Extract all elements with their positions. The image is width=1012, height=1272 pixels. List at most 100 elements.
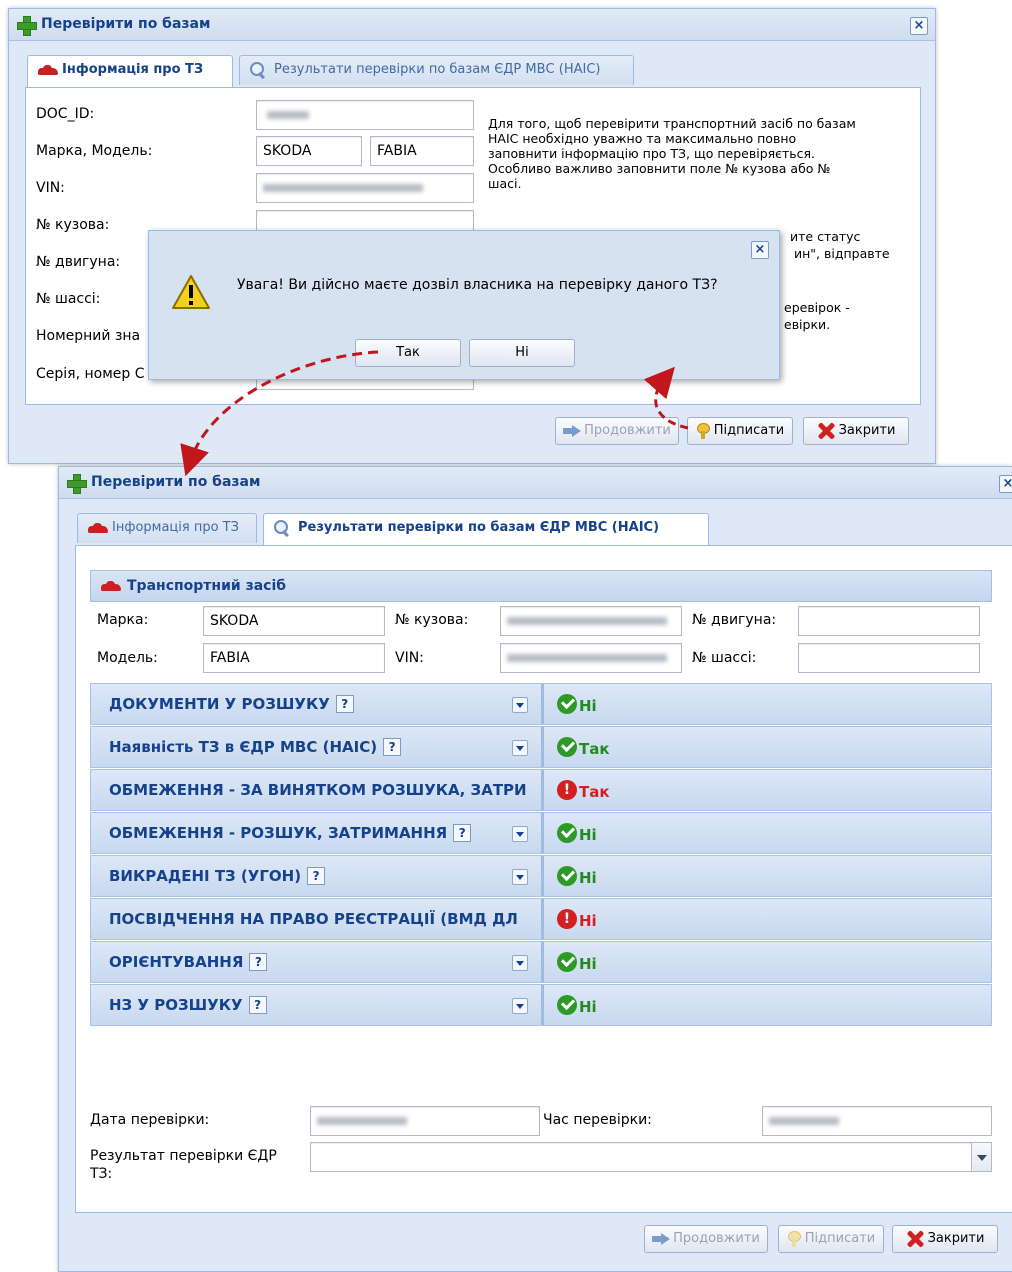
chevron-down-icon[interactable]	[971, 1143, 991, 1171]
check-row-registration-certificate[interactable]: ПОСВІДЧЕННЯ НА ПРАВО РЕЄСТРАЦІЇ (ВМД ДЛ …	[90, 898, 992, 940]
result-label-line1: Результат перевірки ЄДР	[90, 1148, 277, 1164]
window-2-titlebar[interactable]: Перевірити по базам ×	[59, 467, 1012, 499]
doc-id-field[interactable]	[256, 100, 474, 130]
tab-check-results-label: Результати перевірки по базам ЄДР МВС (Н…	[274, 62, 601, 77]
tab-check-results[interactable]: Результати перевірки по базам ЄДР МВС (Н…	[263, 513, 709, 545]
alert-icon	[557, 909, 577, 929]
result-select[interactable]	[310, 1142, 992, 1172]
plate-label: Номерний зна	[36, 328, 141, 344]
redacted-value	[769, 1117, 839, 1125]
dialog-yes-button[interactable]: Так	[355, 339, 461, 367]
check-result: Ні	[579, 826, 597, 844]
help-icon[interactable]: ?	[335, 695, 354, 713]
chevron-down-icon[interactable]	[512, 740, 528, 756]
info-line: заповнити інформацію про ТЗ, що перевіря…	[488, 146, 816, 161]
window-2-close-icon[interactable]: ×	[999, 475, 1012, 493]
brand-label: Марка:	[97, 612, 149, 628]
check-row-registry-presence[interactable]: Наявність ТЗ в ЄДР МВС (НАІС)? Так	[90, 726, 992, 768]
info-line: НАІС необхідно уважно та максимально пов…	[488, 131, 797, 146]
magnifier-icon	[250, 62, 266, 78]
info-partial-2: ин", відправте	[794, 246, 890, 261]
continue-button[interactable]: Продовжити	[644, 1225, 768, 1253]
check-time-field[interactable]	[762, 1106, 992, 1136]
row-divider	[541, 727, 544, 767]
close-button[interactable]: Закрити	[892, 1225, 998, 1253]
help-icon[interactable]: ?	[248, 996, 267, 1014]
window-1-titlebar[interactable]: Перевірити по базам ×	[9, 9, 935, 41]
chevron-down-icon[interactable]	[512, 869, 528, 885]
check-ok-icon	[557, 737, 577, 757]
chevron-down-icon[interactable]	[512, 826, 528, 842]
check-label-text: ОБМЕЖЕННЯ - ЗА ВИНЯТКОМ РОЗШУКА, ЗАТРИ	[109, 781, 527, 799]
check-row-stolen-vehicles[interactable]: ВИКРАДЕНІ ТЗ (УГОН)? Ні	[90, 855, 992, 897]
check-label: ДОКУМЕНТИ У РОЗШУКУ?	[109, 695, 354, 713]
check-label-text: ОБМЕЖЕННЯ - РОЗШУК, ЗАТРИМАННЯ	[109, 824, 448, 842]
help-icon[interactable]: ?	[383, 738, 402, 756]
check-result: Ні	[579, 998, 597, 1016]
body-no-field[interactable]	[500, 606, 682, 636]
chassis-no-label: № шассі:	[36, 291, 101, 307]
car-icon	[38, 65, 58, 76]
engine-no-field[interactable]	[798, 606, 980, 636]
help-icon[interactable]: ?	[307, 867, 326, 885]
info-line: шасі.	[488, 176, 522, 191]
warning-icon	[171, 274, 211, 310]
check-label: ОБМЕЖЕННЯ - РОЗШУК, ЗАТРИМАННЯ?	[109, 824, 472, 842]
close-button[interactable]: Закрити	[803, 417, 909, 445]
dialog-no-button[interactable]: Ні	[469, 339, 575, 367]
check-label-text: ОРІЄНТУВАННЯ	[109, 953, 244, 971]
chevron-down-icon[interactable]	[512, 955, 528, 971]
row-divider	[541, 942, 544, 982]
info-partial-4: евірки.	[784, 317, 831, 332]
chevron-down-icon[interactable]	[512, 697, 528, 713]
check-row-orientation[interactable]: ОРІЄНТУВАННЯ? Ні	[90, 941, 992, 983]
check-result: Так	[579, 740, 610, 758]
model-field[interactable]: FABIA	[370, 136, 474, 166]
dialog-message: Увага! Ви дійсно маєте дозвіл власника н…	[237, 277, 718, 293]
check-status: Ні	[557, 995, 597, 1016]
check-row-documents-wanted[interactable]: ДОКУМЕНТИ У РОЗШУКУ? Ні	[90, 683, 992, 725]
close-label: Закрити	[927, 1231, 985, 1246]
vehicle-section-header: Транспортний засіб	[90, 570, 992, 602]
check-row-restrictions-except-wanted[interactable]: ОБМЕЖЕННЯ - ЗА ВИНЯТКОМ РОЗШУКА, ЗАТРИ Т…	[90, 769, 992, 811]
check-label: ОБМЕЖЕННЯ - ЗА ВИНЯТКОМ РОЗШУКА, ЗАТРИ	[109, 781, 537, 799]
sign-button[interactable]: Підписати	[687, 417, 793, 445]
close-x-icon	[906, 1230, 924, 1248]
continue-button[interactable]: Продовжити	[555, 417, 679, 445]
tab-vehicle-info[interactable]: Інформація про ТЗ	[27, 55, 233, 87]
model-field[interactable]: FABIA	[203, 643, 385, 673]
help-icon[interactable]: ?	[249, 953, 268, 971]
info-partial-3: еревірок -	[784, 300, 850, 315]
brand-field[interactable]: SKODA	[256, 136, 362, 166]
magnifier-icon	[274, 520, 290, 536]
key-icon	[696, 422, 710, 439]
help-icon[interactable]: ?	[453, 824, 472, 842]
tab-vehicle-info[interactable]: Інформація про ТЗ	[77, 513, 257, 543]
check-status: Ні	[557, 823, 597, 844]
alert-icon	[557, 780, 577, 800]
vin-field[interactable]	[256, 173, 474, 203]
check-ok-icon	[557, 694, 577, 714]
check-row-restrictions-wanted-detention[interactable]: ОБМЕЖЕННЯ - РОЗШУК, ЗАТРИМАННЯ? Ні	[90, 812, 992, 854]
check-status: Ні	[557, 909, 597, 930]
vin-field[interactable]	[500, 643, 682, 673]
dialog-close-icon[interactable]: ×	[751, 241, 769, 259]
check-ok-icon	[557, 866, 577, 886]
window-1-close-icon[interactable]: ×	[910, 17, 928, 35]
brand-field[interactable]: SKODA	[203, 606, 385, 636]
engine-no-label: № двигуна:	[692, 612, 777, 628]
tab-check-results[interactable]: Результати перевірки по базам ЄДР МВС (Н…	[239, 55, 634, 85]
tab-vehicle-info-label: Інформація про ТЗ	[62, 62, 204, 77]
vin-label: VIN:	[36, 180, 65, 196]
chevron-down-icon[interactable]	[512, 998, 528, 1014]
chassis-no-field[interactable]	[798, 643, 980, 673]
check-status: Ні	[557, 952, 597, 973]
info-line: Для того, щоб перевірити транспортний за…	[488, 116, 856, 131]
info-line: Особливо важливо заповнити поле № кузова…	[488, 161, 831, 176]
sign-button[interactable]: Підписати	[778, 1225, 884, 1253]
check-row-plates-wanted[interactable]: НЗ У РОЗШУКУ? Ні	[90, 984, 992, 1026]
key-icon	[787, 1230, 801, 1247]
continue-label: Продовжити	[584, 423, 671, 438]
check-date-field[interactable]	[310, 1106, 540, 1136]
body-no-label: № кузова:	[395, 612, 469, 628]
